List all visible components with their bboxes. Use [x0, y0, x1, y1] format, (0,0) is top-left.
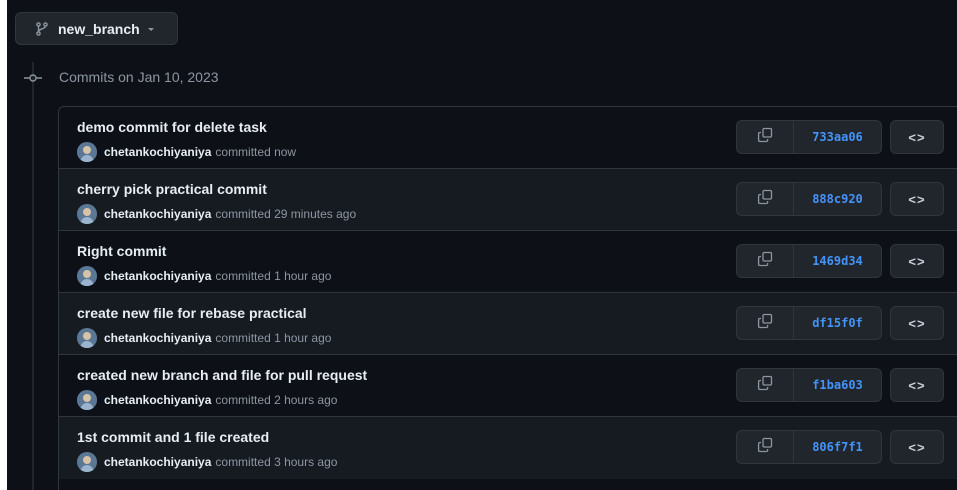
commit-group-heading: Commits on Jan 10, 2023	[59, 69, 219, 85]
commit-sha-link[interactable]: df15f0f	[794, 306, 882, 340]
branch-name: new_branch	[58, 20, 140, 37]
avatar[interactable]	[77, 204, 97, 224]
commit-time: committed 1 hour ago	[215, 331, 332, 345]
commit-author-link[interactable]: chetankochiyaniya	[104, 331, 211, 345]
browse-repo-button[interactable]: <>	[890, 368, 944, 402]
commit-actions: 888c920 <>	[736, 182, 944, 216]
commit-meta: chetankochiyaniya committed 3 hours ago	[77, 452, 337, 472]
browse-repo-button[interactable]: <>	[890, 306, 944, 340]
commit-author-link[interactable]: chetankochiyaniya	[104, 207, 211, 221]
commit-meta: chetankochiyaniya committed 1 hour ago	[77, 266, 331, 286]
avatar[interactable]	[77, 328, 97, 348]
avatar[interactable]	[77, 452, 97, 472]
commit-row: Right commit chetankochiyaniya committed…	[59, 231, 957, 293]
commit-title-link[interactable]: create new file for rebase practical	[77, 305, 307, 321]
commit-meta: chetankochiyaniya committed 1 hour ago	[77, 328, 331, 348]
commit-actions: df15f0f <>	[736, 306, 944, 340]
commit-time: committed 3 hours ago	[215, 455, 338, 469]
commit-list: demo commit for delete task chetankochiy…	[58, 106, 957, 490]
commit-author-link[interactable]: chetankochiyaniya	[104, 393, 211, 407]
browse-repo-button[interactable]: <>	[890, 182, 944, 216]
commit-author-link[interactable]: chetankochiyaniya	[104, 455, 211, 469]
commit-author-link[interactable]: chetankochiyaniya	[104, 145, 211, 159]
commit-sha-link[interactable]: 806f7f1	[794, 430, 882, 464]
commit-time: committed now	[215, 145, 297, 159]
commit-title-link[interactable]: created new branch and file for pull req…	[77, 367, 367, 383]
copy-icon	[757, 127, 773, 148]
copy-sha-button[interactable]	[736, 430, 794, 464]
commit-row: create new file for rebase practical che…	[59, 293, 957, 355]
commit-time: committed 29 minutes ago	[215, 207, 357, 221]
commit-meta: chetankochiyaniya committed 29 minutes a…	[77, 204, 356, 224]
copy-icon	[757, 375, 773, 396]
commit-row: cherry pick practical commit chetankochi…	[59, 169, 957, 231]
copy-sha-button[interactable]	[736, 244, 794, 278]
branch-selector-button[interactable]: new_branch	[15, 12, 178, 45]
copy-sha-button[interactable]	[736, 120, 794, 154]
browse-repo-button[interactable]: <>	[890, 120, 944, 154]
copy-icon	[757, 437, 773, 458]
commit-actions: 1469d34 <>	[736, 244, 944, 278]
commit-sha-link[interactable]: 733aa06	[794, 120, 882, 154]
commit-actions: f1ba603 <>	[736, 368, 944, 402]
commit-time: committed 1 hour ago	[215, 269, 332, 283]
commit-row: created new branch and file for pull req…	[59, 355, 957, 417]
commit-title-link[interactable]: 1st commit and 1 file created	[77, 429, 269, 445]
git-branch-icon	[34, 21, 50, 37]
copy-icon	[757, 313, 773, 334]
commit-meta: chetankochiyaniya committed 2 hours ago	[77, 390, 337, 410]
commit-sha-link[interactable]: f1ba603	[794, 368, 882, 402]
avatar[interactable]	[77, 266, 97, 286]
copy-icon	[757, 251, 773, 272]
triangle-down-icon	[146, 24, 156, 34]
browse-repo-button[interactable]: <>	[890, 244, 944, 278]
commit-author-link[interactable]: chetankochiyaniya	[104, 269, 211, 283]
copy-sha-button[interactable]	[736, 306, 794, 340]
timeline-line	[32, 62, 34, 490]
avatar[interactable]	[77, 142, 97, 162]
commit-title-link[interactable]: cherry pick practical commit	[77, 181, 267, 197]
copy-sha-button[interactable]	[736, 182, 794, 216]
commit-title-link[interactable]: Right commit	[77, 243, 166, 259]
commit-sha-link[interactable]: 888c920	[794, 182, 882, 216]
commit-row: 1st commit and 1 file created chetankoch…	[59, 417, 957, 479]
commit-actions: 733aa06 <>	[736, 120, 944, 154]
commits-page: new_branch Commits on Jan 10, 2023 demo …	[7, 0, 957, 490]
commit-sha-link[interactable]: 1469d34	[794, 244, 882, 278]
copy-sha-button[interactable]	[736, 368, 794, 402]
commit-meta: chetankochiyaniya committed now	[77, 142, 296, 162]
commit-actions: 806f7f1 <>	[736, 430, 944, 464]
git-commit-icon	[24, 70, 42, 86]
commit-title-link[interactable]: demo commit for delete task	[77, 119, 267, 135]
commit-time: committed 2 hours ago	[215, 393, 338, 407]
commit-row: demo commit for delete task chetankochiy…	[59, 107, 957, 169]
browse-repo-button[interactable]: <>	[890, 430, 944, 464]
copy-icon	[757, 189, 773, 210]
avatar[interactable]	[77, 390, 97, 410]
